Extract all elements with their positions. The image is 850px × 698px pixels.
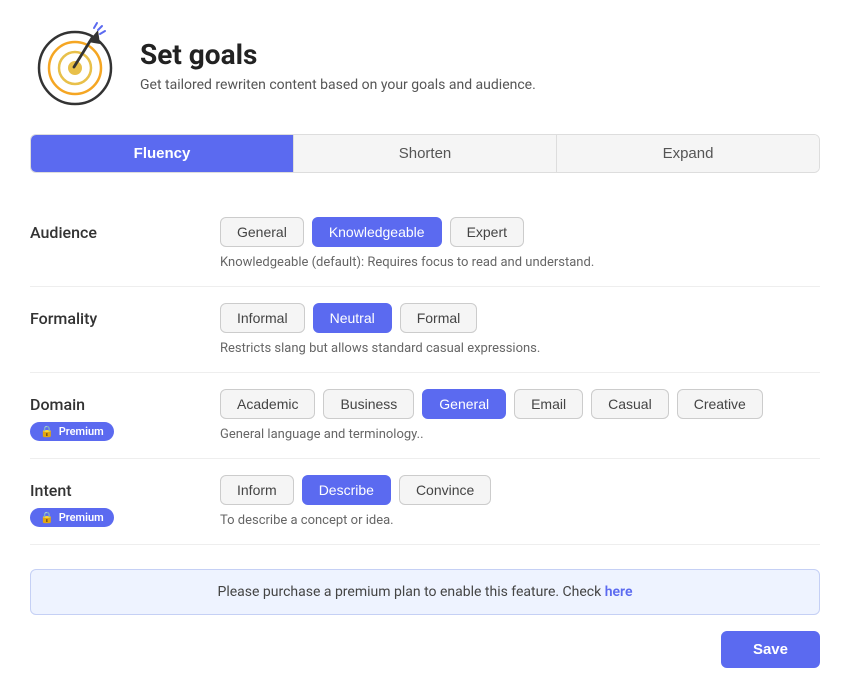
audience-option-general[interactable]: General (220, 217, 304, 247)
lock-icon-intent: 🔒 (40, 511, 54, 524)
intent-premium-badge: 🔒 Premium (30, 508, 114, 527)
tab-shorten[interactable]: Shorten (294, 135, 557, 172)
intent-options: Inform Describe Convince (220, 475, 820, 505)
intent-option-describe[interactable]: Describe (302, 475, 391, 505)
domain-label: Domain (30, 395, 220, 414)
logo-icon (30, 20, 120, 110)
audience-content: General Knowledgeable Expert Knowledgeab… (220, 217, 820, 270)
domain-option-email[interactable]: Email (514, 389, 583, 419)
tab-expand[interactable]: Expand (557, 135, 819, 172)
lock-icon: 🔒 (40, 425, 54, 438)
tab-bar: Fluency Shorten Expand (30, 134, 820, 173)
formality-label: Formality (30, 303, 220, 328)
formality-description: Restricts slang but allows standard casu… (220, 341, 820, 356)
footer: Save (30, 631, 820, 668)
audience-section: Audience General Knowledgeable Expert Kn… (30, 201, 820, 287)
page-container: Set goals Get tailored rewriten content … (0, 0, 850, 698)
domain-description: General language and terminology.. (220, 427, 820, 442)
header: Set goals Get tailored rewriten content … (30, 20, 820, 110)
premium-notice-text: Please purchase a premium plan to enable… (217, 584, 601, 600)
domain-content: Academic Business General Email Casual C… (220, 389, 820, 442)
page-subtitle: Get tailored rewriten content based on y… (140, 77, 536, 93)
domain-option-casual[interactable]: Casual (591, 389, 669, 419)
domain-label-area: Domain 🔒 Premium (30, 389, 220, 441)
domain-option-academic[interactable]: Academic (220, 389, 315, 419)
audience-option-expert[interactable]: Expert (450, 217, 524, 247)
formality-option-formal[interactable]: Formal (400, 303, 478, 333)
tab-fluency[interactable]: Fluency (31, 135, 294, 172)
save-button[interactable]: Save (721, 631, 820, 668)
intent-option-inform[interactable]: Inform (220, 475, 294, 505)
header-text: Set goals Get tailored rewriten content … (140, 38, 536, 93)
audience-options: General Knowledgeable Expert (220, 217, 820, 247)
intent-label: Intent (30, 481, 220, 500)
premium-notice: Please purchase a premium plan to enable… (30, 569, 820, 615)
audience-option-knowledgeable[interactable]: Knowledgeable (312, 217, 442, 247)
intent-option-convince[interactable]: Convince (399, 475, 491, 505)
intent-label-area: Intent 🔒 Premium (30, 475, 220, 527)
page-title: Set goals (140, 38, 536, 71)
intent-content: Inform Describe Convince To describe a c… (220, 475, 820, 528)
domain-option-business[interactable]: Business (323, 389, 414, 419)
domain-options: Academic Business General Email Casual C… (220, 389, 820, 419)
premium-notice-link[interactable]: here (605, 584, 633, 600)
audience-description: Knowledgeable (default): Requires focus … (220, 255, 820, 270)
formality-option-neutral[interactable]: Neutral (313, 303, 392, 333)
formality-options: Informal Neutral Formal (220, 303, 820, 333)
intent-section: Intent 🔒 Premium Inform Describe Convinc… (30, 459, 820, 545)
formality-option-informal[interactable]: Informal (220, 303, 305, 333)
domain-option-creative[interactable]: Creative (677, 389, 763, 419)
formality-content: Informal Neutral Formal Restricts slang … (220, 303, 820, 356)
domain-section: Domain 🔒 Premium Academic Business Gener… (30, 373, 820, 459)
domain-option-general[interactable]: General (422, 389, 506, 419)
audience-label: Audience (30, 217, 220, 242)
domain-premium-badge: 🔒 Premium (30, 422, 114, 441)
formality-section: Formality Informal Neutral Formal Restri… (30, 287, 820, 373)
intent-description: To describe a concept or idea. (220, 513, 820, 528)
